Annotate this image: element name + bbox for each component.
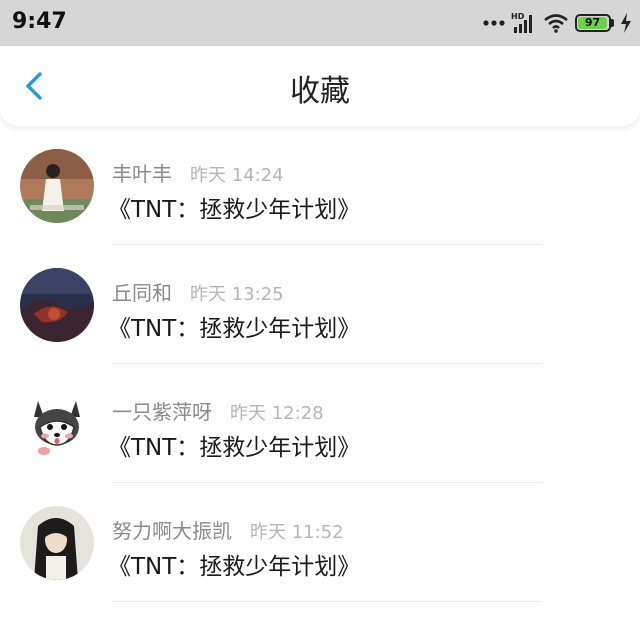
battery-level-text: 97	[578, 17, 608, 29]
favorite-title[interactable]: 《TNT：拯救少年计划》	[108, 190, 360, 224]
status-time: 9:47	[12, 9, 67, 34]
list-item[interactable]: 丘同和 昨天 13:25 《TNT：拯救少年计划》	[0, 245, 640, 364]
timestamp: 昨天 11:52	[250, 522, 344, 543]
avatar[interactable]	[20, 506, 94, 580]
item-meta: 丰叶丰 昨天 14:24	[112, 158, 284, 187]
page-title: 收藏	[290, 74, 350, 109]
battery-body: 97	[575, 14, 611, 32]
favorite-title[interactable]: 《TNT：拯救少年计划》	[108, 309, 360, 343]
favorites-list: 丰叶丰 昨天 14:24 《TNT：拯救少年计划》 丘同和 昨天 13:25 《…	[0, 126, 640, 602]
avatar[interactable]	[20, 149, 94, 223]
username[interactable]: 一只紫萍呀	[112, 396, 212, 425]
divider	[112, 601, 542, 602]
username[interactable]: 丘同和	[112, 277, 172, 306]
avatar[interactable]	[20, 387, 94, 461]
list-item[interactable]: 丰叶丰 昨天 14:24 《TNT：拯救少年计划》	[0, 126, 640, 245]
avatar-photo-dark-landscape	[20, 268, 94, 342]
battery-tip	[611, 19, 614, 27]
avatar[interactable]	[20, 268, 94, 342]
charging-icon	[621, 13, 631, 33]
avatar-photo-girl-white-dress	[20, 149, 94, 223]
nav-bar: 收藏	[0, 46, 640, 126]
status-icons: HD 97	[483, 10, 632, 36]
item-meta: 丘同和 昨天 13:25	[112, 277, 284, 306]
list-item[interactable]: 一只紫萍呀 昨天 12:28 《TNT：拯救少年计划》	[0, 364, 640, 483]
hd-signal-icon: HD	[511, 12, 532, 33]
dots-icon	[483, 20, 505, 26]
timestamp: 昨天 12:28	[230, 403, 324, 424]
favorite-title[interactable]: 《TNT：拯救少年计划》	[108, 428, 360, 462]
avatar-cartoon-husky-dog	[20, 387, 94, 461]
status-bar: 9:47 HD 97	[0, 0, 640, 46]
battery-icon: 97	[575, 14, 614, 32]
username[interactable]: 丰叶丰	[112, 158, 172, 187]
list-item[interactable]: 努力啊大振凯 昨天 11:52 《TNT：拯救少年计划》	[0, 483, 640, 602]
wifi-icon	[544, 14, 568, 33]
item-meta: 一只紫萍呀 昨天 12:28	[112, 396, 324, 425]
favorite-title[interactable]: 《TNT：拯救少年计划》	[108, 547, 360, 581]
timestamp: 昨天 14:24	[190, 165, 284, 186]
avatar-photo-girl-black-hair	[20, 506, 94, 580]
item-meta: 努力啊大振凯 昨天 11:52	[112, 515, 344, 544]
username[interactable]: 努力啊大振凯	[112, 515, 232, 544]
timestamp: 昨天 13:25	[190, 284, 284, 305]
svg-text:HD: HD	[511, 12, 525, 21]
